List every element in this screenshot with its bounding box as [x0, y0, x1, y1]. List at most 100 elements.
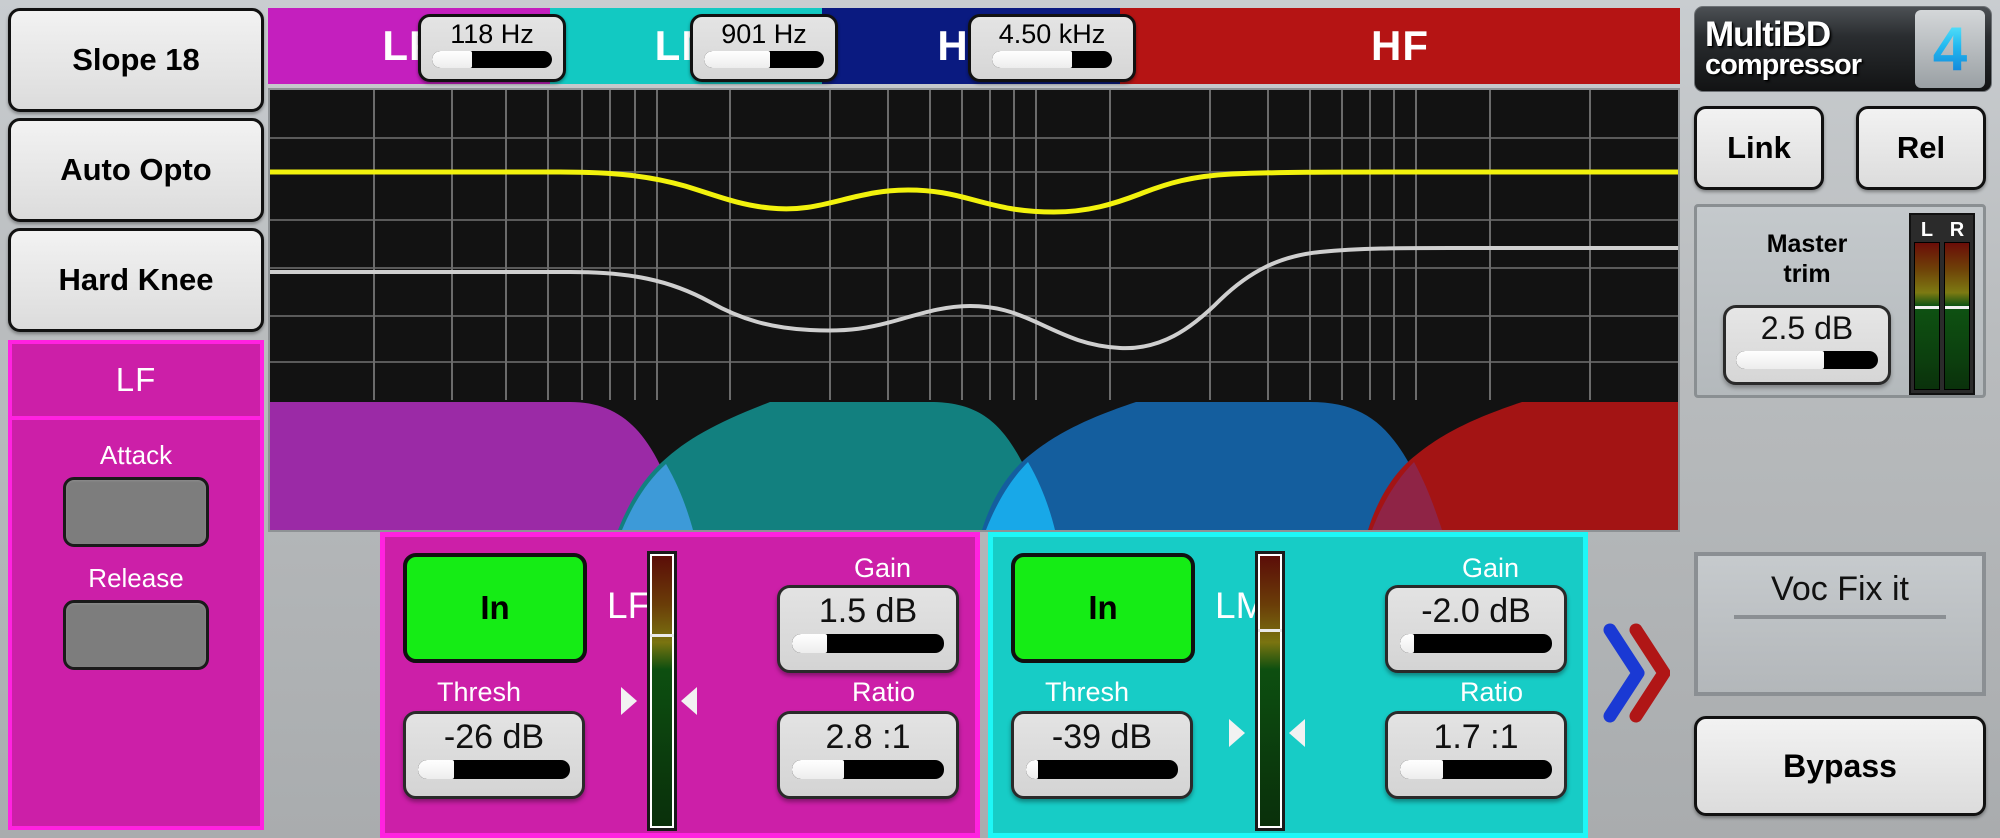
crossover-1-value: 118 Hz — [450, 19, 534, 49]
output-level-meters: L R — [1909, 213, 1975, 395]
crossover-2-slider[interactable] — [704, 51, 824, 68]
lm-thresh-control[interactable]: -39 dB — [1011, 711, 1193, 799]
meter-right-label: R — [1949, 219, 1965, 241]
band-panel-lm: In LM Thresh -39 dB Gain -2.0 dB Ratio 1… — [988, 532, 1588, 838]
lm-ratio-control[interactable]: 1.7 :1 — [1385, 711, 1567, 799]
lm-gain-reduction-meter — [1255, 551, 1285, 831]
master-trim-slider[interactable] — [1736, 351, 1878, 369]
input-curve — [270, 246, 1678, 351]
response-graph-svg — [270, 90, 1678, 530]
lm-threshold-pointer-left[interactable] — [1229, 719, 1245, 747]
meter-left: L — [1914, 218, 1940, 390]
crossover-2-value: 901 Hz — [721, 19, 807, 49]
master-trim-title-line2: trim — [1783, 260, 1831, 288]
attack-knob-slot[interactable] — [63, 477, 209, 547]
lm-gain-control[interactable]: -2.0 dB — [1385, 585, 1567, 673]
lf-ratio-slider-fill — [792, 760, 844, 779]
master-trim-panel: Master trim 2.5 dB L R — [1694, 204, 1986, 398]
lm-ratio-slider[interactable] — [1400, 760, 1552, 779]
response-graph[interactable] — [268, 88, 1680, 532]
lf-threshold-pointer-left[interactable] — [621, 687, 637, 715]
meter-left-peak-marker — [1915, 305, 1939, 309]
band-header-strip: LF LM HM HF 118 Hz 901 Hz 4.50 kHz — [268, 8, 1680, 84]
lm-in-label: In — [1088, 589, 1118, 626]
lf-gain-slider[interactable] — [792, 634, 944, 653]
lm-ratio-label: Ratio — [1459, 677, 1523, 707]
lm-threshold-pointer-right[interactable] — [1289, 719, 1305, 747]
master-trim-title: Master trim — [1717, 229, 1897, 289]
slope-button[interactable]: Slope 18 — [8, 8, 264, 112]
lm-gain-value: -2.0 dB — [1421, 592, 1531, 630]
lf-ratio-slider[interactable] — [792, 760, 944, 779]
crossover-3-control[interactable]: 4.50 kHz — [968, 14, 1136, 82]
lf-gain-value: 1.5 dB — [818, 592, 918, 630]
crossover-1-slider[interactable] — [432, 51, 552, 68]
link-button[interactable]: Link — [1694, 106, 1824, 190]
release-knob-slot[interactable] — [63, 600, 209, 670]
slope-button-label: Slope 18 — [72, 42, 200, 77]
selected-band-name[interactable]: LF — [12, 344, 260, 420]
band-regions — [270, 402, 1678, 530]
next-bands-chevrons[interactable] — [1600, 620, 1671, 726]
lf-ratio-value: 2.8 :1 — [825, 718, 911, 756]
crossover-3-slider-fill — [992, 51, 1073, 68]
lm-gr-meter-marker — [1258, 628, 1282, 632]
lf-gain-slider-fill — [792, 634, 827, 653]
crossover-1-slider-fill — [432, 51, 472, 68]
lm-gr-meter-fill — [1258, 556, 1282, 826]
attack-label: Attack — [99, 440, 173, 470]
master-trim-control[interactable]: 2.5 dB — [1723, 305, 1891, 385]
lm-thresh-value: -39 dB — [1051, 718, 1153, 756]
lf-ratio-control[interactable]: 2.8 :1 — [777, 711, 959, 799]
lf-gain-label: Gain — [853, 553, 911, 583]
master-trim-title-line1: Master — [1766, 230, 1848, 258]
meter-left-bar — [1914, 242, 1940, 390]
envelope-controls: Attack Release — [12, 420, 260, 826]
selected-band-panel: LF Attack Release — [8, 340, 264, 830]
plugin-window: Slope 18 Auto Opto Hard Knee LF Attack R… — [0, 0, 2000, 838]
knee-button[interactable]: Hard Knee — [8, 228, 264, 332]
bypass-button-label: Bypass — [1783, 747, 1897, 784]
lf-ratio-label: Ratio — [851, 677, 915, 707]
crossover-2-control[interactable]: 901 Hz — [690, 14, 838, 82]
preset-display[interactable]: Voc Fix it — [1694, 552, 1986, 696]
lf-threshold-pointer-right[interactable] — [681, 687, 697, 715]
band-header-hf[interactable]: HF — [1120, 8, 1680, 84]
lm-thresh-label: Thresh — [1045, 677, 1130, 707]
crossover-2-slider-fill — [704, 51, 770, 68]
detector-mode-label: Auto Opto — [60, 152, 212, 187]
lf-in-button[interactable]: In — [403, 553, 587, 663]
lm-thresh-slider[interactable] — [1026, 760, 1178, 779]
meter-right: R — [1944, 218, 1970, 390]
grid-vertical — [373, 90, 1591, 400]
lf-thresh-label: Thresh — [437, 677, 522, 707]
preset-divider — [1734, 615, 1946, 619]
band-region-hm — [982, 402, 1440, 530]
crossover-1-control[interactable]: 118 Hz — [418, 14, 566, 82]
detector-mode-button[interactable]: Auto Opto — [8, 118, 264, 222]
knee-button-label: Hard Knee — [58, 262, 214, 297]
band-panel-lf: In LF Thresh -26 dB Gain 1.5 dB Ratio 2.… — [380, 532, 980, 838]
release-link-button[interactable]: Rel — [1856, 106, 1986, 190]
lm-in-button[interactable]: In — [1011, 553, 1195, 663]
double-chevron-right-icon — [1603, 623, 1671, 723]
lm-gain-slider[interactable] — [1400, 634, 1552, 653]
left-controls-column: Slope 18 Auto Opto Hard Knee LF Attack R… — [8, 8, 264, 830]
lf-gain-control[interactable]: 1.5 dB — [777, 585, 959, 673]
crossover-3-slider[interactable] — [992, 51, 1112, 68]
product-logo: MultiBD compressor 4 — [1694, 6, 1992, 92]
link-button-label: Link — [1727, 130, 1791, 165]
preset-name: Voc Fix it — [1771, 570, 1909, 608]
master-trim-value: 2.5 dB — [1760, 310, 1854, 346]
lm-ratio-value: 1.7 :1 — [1433, 718, 1519, 756]
lf-in-label: In — [480, 589, 510, 626]
lf-thresh-slider[interactable] — [418, 760, 570, 779]
meter-right-peak-marker — [1945, 305, 1969, 309]
crossover-3-value: 4.50 kHz — [998, 19, 1106, 49]
logo-version-badge: 4 — [1915, 10, 1985, 88]
lm-thresh-slider-fill — [1026, 760, 1039, 779]
lf-thresh-slider-fill — [418, 760, 455, 779]
lm-gain-slider-fill — [1400, 634, 1414, 653]
lf-thresh-control[interactable]: -26 dB — [403, 711, 585, 799]
bypass-button[interactable]: Bypass — [1694, 716, 1986, 816]
